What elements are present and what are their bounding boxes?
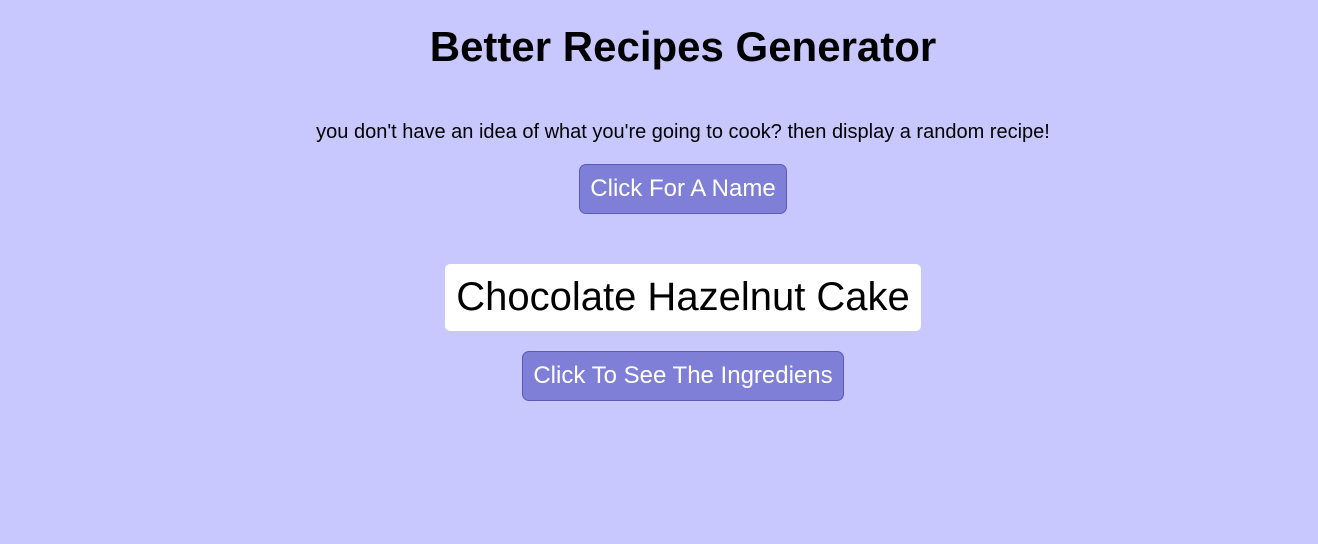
page-title: Better Recipes Generator bbox=[429, 23, 937, 70]
random-name-button[interactable]: Click For A Name bbox=[579, 164, 787, 214]
page: Better Recipes Generator you don't have … bbox=[0, 0, 1318, 544]
intro-text: you don't have an idea of what you're go… bbox=[316, 121, 1050, 143]
see-ingredients-button[interactable]: Click To See The Ingrediens bbox=[522, 351, 844, 401]
recipe-name-display: Chocolate Hazelnut Cake bbox=[445, 264, 921, 331]
